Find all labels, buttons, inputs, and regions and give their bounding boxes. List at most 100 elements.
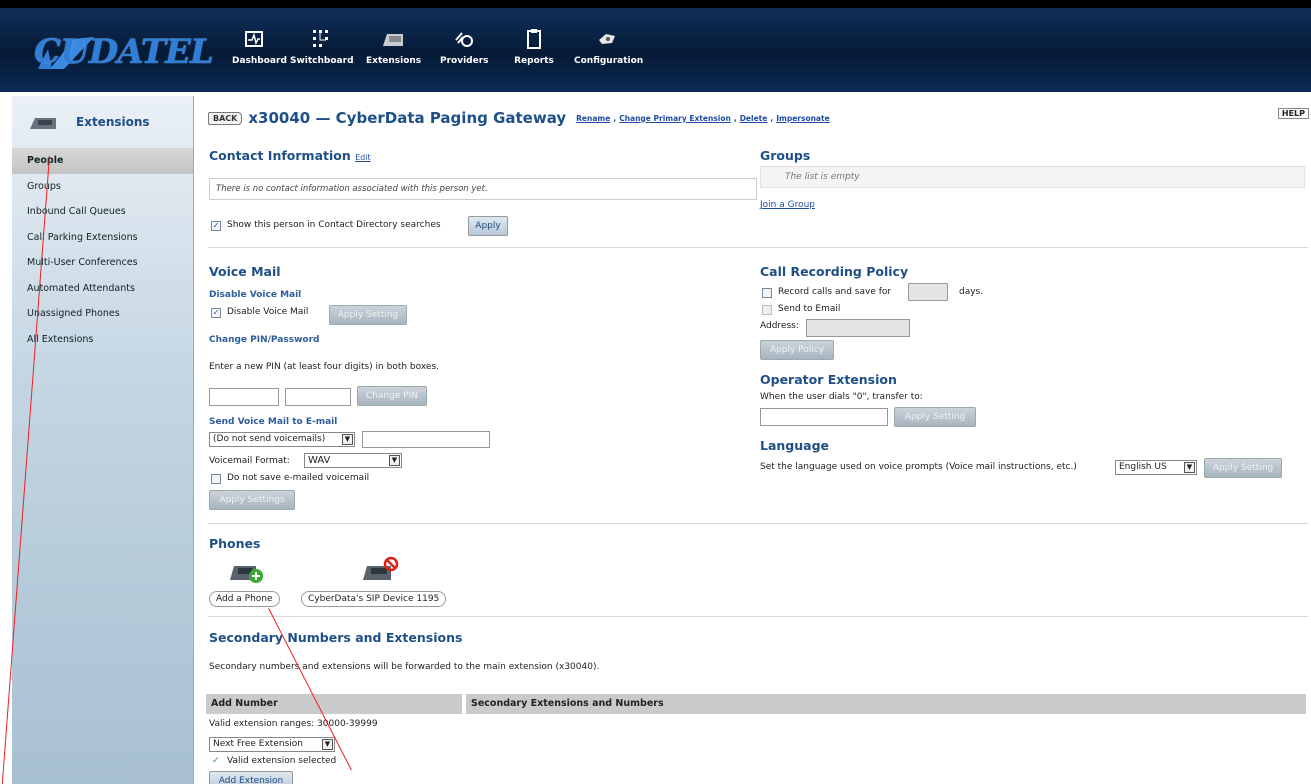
delete-link[interactable]: Delete [740, 114, 768, 123]
divider [208, 523, 1308, 524]
record-days-unit: days. [959, 287, 984, 297]
disable-vm-checkbox[interactable]: ✓ [211, 308, 221, 318]
back-button[interactable]: BACK [208, 111, 243, 125]
add-phone-icon [230, 566, 263, 583]
sidebar-item-conferences[interactable]: Multi-User Conferences [12, 250, 193, 276]
impersonate-link[interactable]: Impersonate [776, 114, 829, 123]
sidebar-item-unassigned-phones[interactable]: Unassigned Phones [12, 301, 193, 327]
send-vm-select[interactable]: (Do not send voicemails) ▼ [209, 432, 355, 447]
contact-heading: Contact Information Edit [209, 148, 371, 163]
nav-label: Dashboard [232, 56, 287, 66]
main-content: BACK x30040 — CyberData Paging Gateway R… [196, 96, 1311, 784]
secondary-heading: Secondary Numbers and Extensions [209, 630, 463, 645]
format-select[interactable]: WAV ▼ [304, 453, 402, 468]
valid-text: Valid extension selected [227, 756, 337, 766]
directory-apply-button[interactable]: Apply [468, 216, 508, 236]
pin-subheading: Change PIN/Password [209, 335, 320, 345]
nav-reports[interactable]: Reports [514, 28, 554, 88]
language-heading: Language [760, 438, 830, 453]
check-icon: ✓ [212, 756, 220, 766]
nav-label: Reports [514, 56, 554, 66]
record-days-input[interactable] [908, 283, 948, 301]
rename-link[interactable]: Rename [576, 114, 610, 123]
nav-providers[interactable]: Providers [440, 28, 489, 88]
logo-text: CUDATEL [34, 32, 214, 72]
voicemail-heading: Voice Mail [209, 264, 281, 279]
change-pin-button[interactable]: Change PIN [357, 386, 427, 406]
divider [208, 616, 1308, 617]
secondary-help: Secondary numbers and extensions will be… [209, 662, 600, 672]
operator-input[interactable] [760, 408, 888, 426]
secondary-list-header: Secondary Extensions and Numbers [466, 694, 1306, 714]
groups-list: The list is empty [760, 166, 1305, 188]
configuration-icon [599, 34, 615, 44]
vm-apply-setting-button[interactable]: Apply Setting [329, 305, 407, 325]
record-calls-label: Record calls and save for [778, 287, 892, 297]
sidebar-item-groups[interactable]: Groups [12, 174, 193, 200]
help-button[interactable]: HELP [1277, 108, 1309, 119]
sidebar-item-people[interactable]: People [12, 148, 193, 174]
language-value: English US [1119, 462, 1167, 472]
chevron-down-icon: ▼ [322, 739, 333, 750]
no-save-label: Do not save e-mailed voicemail [227, 473, 370, 483]
nav-configuration[interactable]: Configuration [574, 28, 644, 88]
main-navbar: CUDATEL Dashboard Switchboard Extensions… [0, 8, 1311, 92]
directory-checkbox[interactable]: ✓ [211, 221, 221, 231]
providers-icon [455, 32, 473, 47]
sidebar-item-all-extensions[interactable]: All Extensions [12, 327, 193, 353]
language-apply-button[interactable]: Apply Setting [1204, 458, 1282, 478]
disable-vm-label: Disable Voice Mail [227, 307, 309, 317]
pin-input-1[interactable] [209, 388, 279, 406]
contact-info-box: There is no contact information associat… [209, 178, 757, 200]
sidebar-title: Extensions [76, 115, 150, 129]
extensions-icon [383, 34, 403, 46]
pin-help: Enter a new PIN (at least four digits) i… [209, 362, 439, 372]
nav-extensions[interactable]: Extensions [366, 28, 422, 88]
send-email-label: Send to Email [778, 304, 841, 314]
nav-switchboard[interactable]: Switchboard [290, 28, 354, 88]
phone-disabled-icon [363, 556, 399, 580]
add-extension-button[interactable]: Add Extension [209, 771, 293, 784]
operator-help: When the user dials "0", transfer to: [760, 392, 923, 402]
pin-input-2[interactable] [285, 388, 351, 406]
add-phone-button[interactable]: Add a Phone [209, 591, 280, 607]
language-select[interactable]: English US ▼ [1115, 460, 1197, 475]
address-input[interactable] [806, 319, 910, 337]
title-row: BACK x30040 — CyberData Paging Gateway R… [208, 108, 833, 128]
phone-device-button[interactable]: CyberData's SIP Device 1195 [301, 591, 447, 607]
nav-label: Configuration [574, 56, 644, 66]
send-email-checkbox[interactable] [762, 305, 772, 315]
phones-heading: Phones [209, 536, 261, 551]
address-label: Address: [760, 321, 799, 331]
groups-heading: Groups [760, 148, 811, 163]
send-vm-value: (Do not send voicemails) [213, 434, 326, 444]
nav-dashboard[interactable]: Dashboard [232, 28, 287, 88]
change-primary-link[interactable]: Change Primary Extension [619, 114, 731, 123]
apply-policy-button[interactable]: Apply Policy [760, 340, 834, 360]
sidebar-header: Extensions [12, 96, 193, 148]
operator-heading: Operator Extension [760, 372, 897, 387]
groups-empty: The list is empty [785, 172, 860, 182]
recording-heading: Call Recording Policy [760, 264, 909, 279]
vm-apply-settings-button[interactable]: Apply Settings [209, 490, 295, 510]
no-save-checkbox[interactable] [211, 474, 221, 484]
add-number-header: Add Number [206, 694, 462, 714]
sidebar-item-call-parking[interactable]: Call Parking Extensions [12, 225, 193, 251]
ranges-text: Valid extension ranges: 30000-39999 [209, 719, 378, 729]
language-help: Set the language used on voice prompts (… [760, 462, 1077, 472]
sidebar-item-inbound-call-queues[interactable]: Inbound Call Queues [12, 199, 193, 225]
cudatel-logo[interactable]: CUDATEL [34, 30, 214, 74]
record-calls-checkbox[interactable] [762, 288, 772, 298]
app-window: CUDATEL Dashboard Switchboard Extensions… [0, 0, 1311, 784]
operator-apply-button[interactable]: Apply Setting [894, 407, 976, 427]
contact-edit-link[interactable]: Edit [355, 153, 371, 162]
nav-label: Extensions [366, 56, 422, 66]
join-group-link[interactable]: Join a Group [760, 200, 815, 210]
vm-email-input[interactable] [362, 431, 490, 448]
send-vm-subheading: Send Voice Mail to E-mail [209, 417, 338, 427]
format-label: Voicemail Format: [209, 456, 290, 466]
extension-select[interactable]: Next Free Extension ▼ [209, 737, 335, 752]
extensions-icon [30, 118, 56, 129]
sidebar: Extensions People Groups Inbound Call Qu… [12, 96, 194, 784]
disable-vm-subheading: Disable Voice Mail [209, 290, 302, 300]
